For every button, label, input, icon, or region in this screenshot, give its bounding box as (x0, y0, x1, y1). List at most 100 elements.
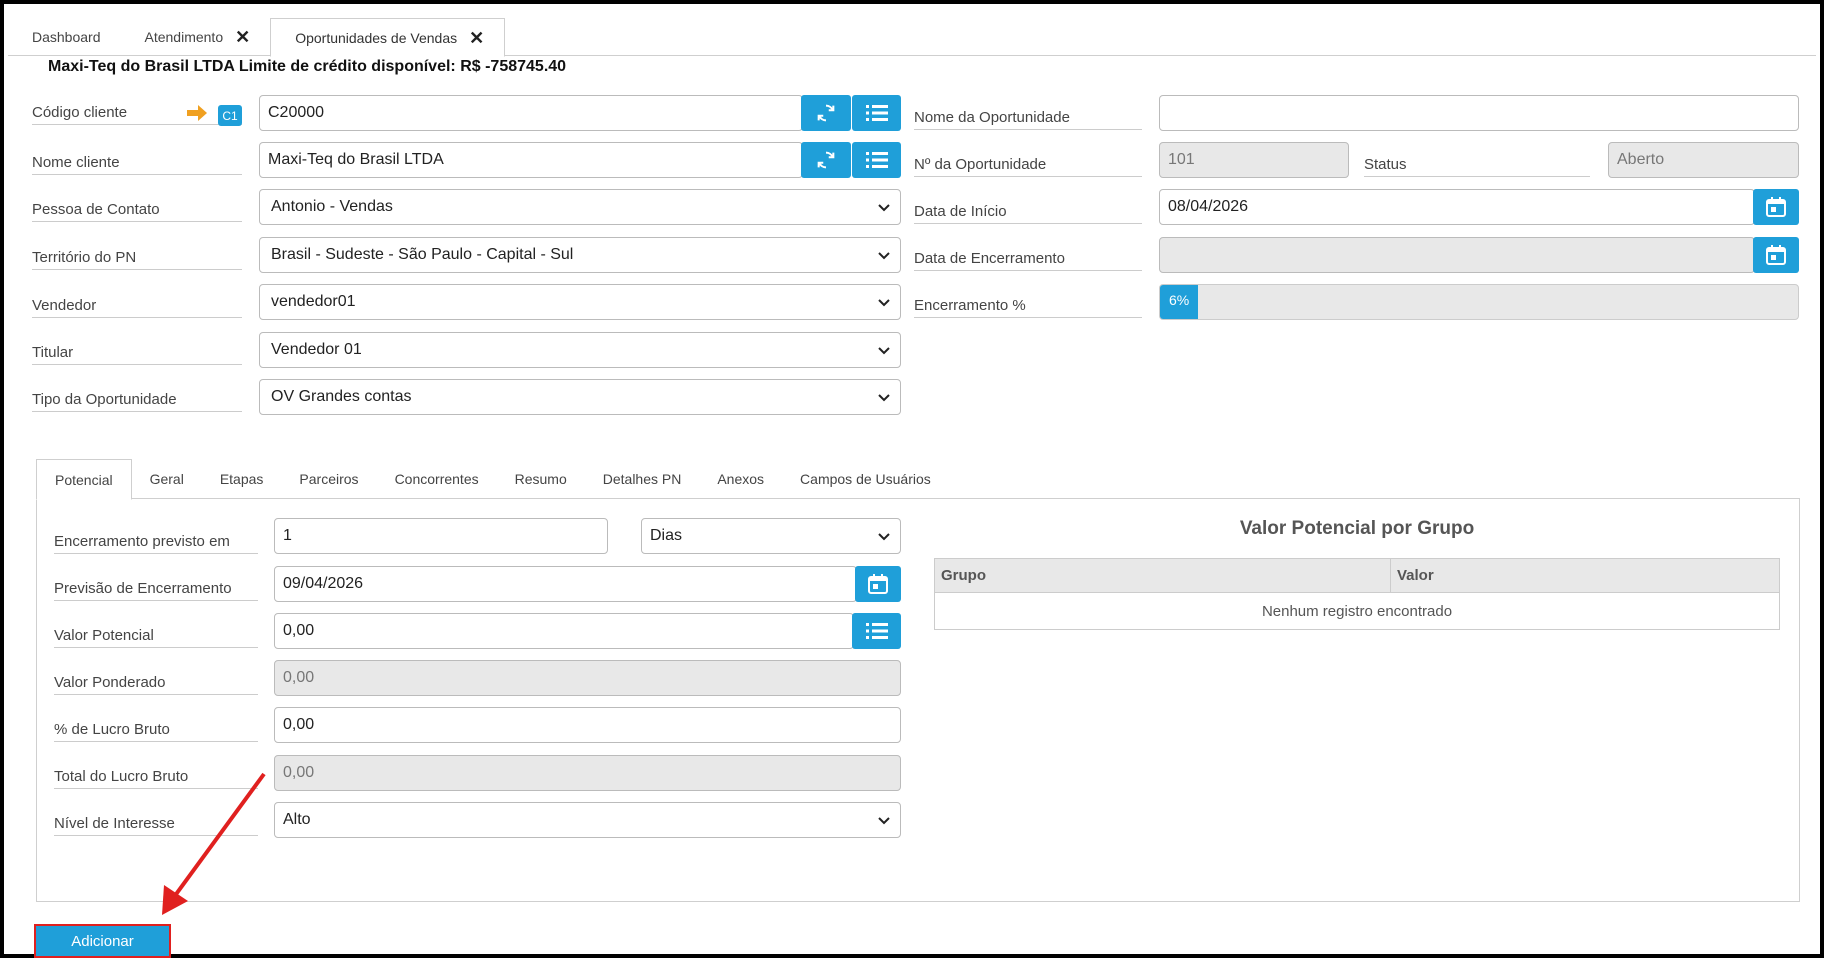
tipo-oportunidade-label: Tipo da Oportunidade (32, 391, 242, 412)
num-oportunidade-label: Nº da Oportunidade (914, 156, 1142, 177)
num-oportunidade-input: 101 (1159, 142, 1349, 178)
calendar-icon (868, 574, 888, 594)
add-button[interactable]: Adicionar (34, 924, 171, 958)
nome-cliente-input[interactable]: Maxi-Teq do Brasil LTDA (259, 142, 803, 178)
tab-dashboard[interactable]: Dashboard (8, 18, 121, 56)
tab-parceiros[interactable]: Parceiros (281, 459, 376, 499)
refresh-icon (817, 151, 835, 169)
valor-potencial-label: Valor Potencial (54, 627, 258, 648)
list-icon (865, 105, 888, 121)
select-value: Brasil - Sudeste - São Paulo - Capital -… (271, 246, 574, 263)
refresh-icon (817, 104, 835, 122)
valor-potencial-input[interactable]: 0,00 (274, 613, 854, 649)
titular-select[interactable]: Vendedor 01 (259, 332, 901, 368)
chevron-down-icon (878, 204, 890, 212)
select-value: Alto (283, 811, 311, 828)
data-encerramento-label: Data de Encerramento (914, 250, 1142, 271)
nome-oportunidade-label: Nome da Oportunidade (914, 109, 1142, 130)
grupo-table: Grupo Valor Nenhum registro encontrado (934, 558, 1780, 630)
list-icon (865, 623, 888, 639)
calendar-button[interactable] (1753, 189, 1799, 225)
detail-tabs: Potencial Geral Etapas Parceiros Concorr… (36, 459, 949, 500)
tab-label: Atendimento (144, 29, 224, 45)
pct-lucro-bruto-label: % de Lucro Bruto (54, 721, 258, 742)
table-header-row: Grupo Valor (935, 559, 1779, 593)
list-button[interactable] (852, 142, 901, 178)
select-value: OV Grandes contas (271, 388, 412, 405)
pct-lucro-bruto-input[interactable]: 0,00 (274, 707, 901, 743)
encerramento-unit-select[interactable]: Dias (641, 518, 901, 554)
chevron-down-icon (878, 817, 890, 825)
encerramento-progress-bar[interactable]: 6% (1159, 284, 1799, 320)
select-value: Dias (650, 527, 683, 544)
valor-ponderado-input: 0,00 (274, 660, 901, 696)
tab-label: Dashboard (32, 29, 101, 45)
titular-label: Titular (32, 344, 242, 365)
tab-resumo[interactable]: Resumo (497, 459, 585, 499)
refresh-button[interactable] (801, 95, 851, 131)
chevron-down-icon (878, 533, 890, 541)
top-tabbar: Dashboard Atendimento ✕ Oportunidades de… (8, 18, 1816, 57)
close-icon[interactable]: ✕ (235, 28, 250, 46)
vendedor-select[interactable]: vendedor01 (259, 284, 901, 320)
tab-etapas[interactable]: Etapas (202, 459, 282, 499)
territorio-select[interactable]: Brasil - Sudeste - São Paulo - Capital -… (259, 237, 901, 273)
pessoa-contato-label: Pessoa de Contato (32, 201, 242, 222)
previsao-encerramento-label: Previsão de Encerramento (54, 580, 258, 601)
vendedor-label: Vendedor (32, 297, 242, 318)
calendar-icon (1766, 245, 1786, 265)
pessoa-contato-select[interactable]: Antonio - Vendas (259, 189, 901, 225)
status-input: Aberto (1608, 142, 1799, 178)
calendar-button[interactable] (855, 566, 901, 602)
tab-oportunidades-de-vendas[interactable]: Oportunidades de Vendas ✕ (270, 18, 506, 57)
tab-campos-de-usuarios[interactable]: Campos de Usuários (782, 459, 949, 499)
tab-geral[interactable]: Geral (132, 459, 202, 499)
select-value: Vendedor 01 (271, 341, 362, 358)
link-arrow-icon[interactable] (187, 105, 207, 121)
list-icon (865, 152, 888, 168)
tab-potencial[interactable]: Potencial (36, 459, 132, 500)
nome-oportunidade-input[interactable] (1159, 95, 1799, 131)
tipo-oportunidade-select[interactable]: OV Grandes contas (259, 379, 901, 415)
codigo-cliente-label: Código cliente (32, 104, 242, 125)
close-icon[interactable]: ✕ (469, 29, 484, 47)
empty-message: Nenhum registro encontrado (1261, 603, 1453, 620)
chevron-down-icon (878, 347, 890, 355)
list-button[interactable] (852, 95, 901, 131)
calendar-button[interactable] (1753, 237, 1799, 273)
column-header-grupo[interactable]: Grupo (935, 559, 1391, 592)
annotation-arrow-icon (162, 772, 266, 915)
calendar-icon (1766, 197, 1786, 217)
refresh-button[interactable] (801, 142, 851, 178)
encerramento-pct-label: Encerramento % (914, 297, 1142, 318)
tab-detalhes-pn[interactable]: Detalhes PN (585, 459, 700, 499)
nivel-interesse-select[interactable]: Alto (274, 802, 901, 838)
list-button[interactable] (852, 613, 901, 649)
tab-atendimento[interactable]: Atendimento ✕ (121, 18, 271, 56)
codigo-cliente-input[interactable]: C20000 (259, 95, 803, 131)
app-window: Dashboard Atendimento ✕ Oportunidades de… (0, 0, 1824, 958)
customer-type-badge: C1 (218, 105, 242, 126)
status-label: Status (1364, 156, 1590, 177)
chevron-down-icon (878, 252, 890, 260)
column-header-valor[interactable]: Valor (1391, 559, 1440, 592)
nome-cliente-label: Nome cliente (32, 154, 242, 175)
encerramento-previsto-input[interactable]: 1 (274, 518, 608, 554)
data-inicio-label: Data de Início (914, 203, 1142, 224)
select-value: vendedor01 (271, 293, 356, 310)
chevron-down-icon (878, 299, 890, 307)
data-encerramento-input (1159, 237, 1755, 273)
chevron-down-icon (878, 394, 890, 402)
grupo-table-title: Valor Potencial por Grupo (1239, 518, 1475, 539)
total-lucro-bruto-input: 0,00 (274, 755, 901, 791)
tab-label: Oportunidades de Vendas (295, 29, 458, 46)
progress-fill: 6% (1160, 285, 1199, 319)
territorio-label: Território do PN (32, 249, 242, 270)
previsao-encerramento-input[interactable]: 09/04/2026 (274, 566, 857, 602)
tab-anexos[interactable]: Anexos (699, 459, 782, 499)
valor-ponderado-label: Valor Ponderado (54, 674, 258, 695)
data-inicio-input[interactable]: 08/04/2026 (1159, 189, 1755, 225)
encerramento-previsto-label: Encerramento previsto em (54, 533, 258, 554)
tab-concorrentes[interactable]: Concorrentes (377, 459, 497, 499)
customer-credit-header: Maxi-Teq do Brasil LTDA Limite de crédit… (48, 58, 567, 75)
